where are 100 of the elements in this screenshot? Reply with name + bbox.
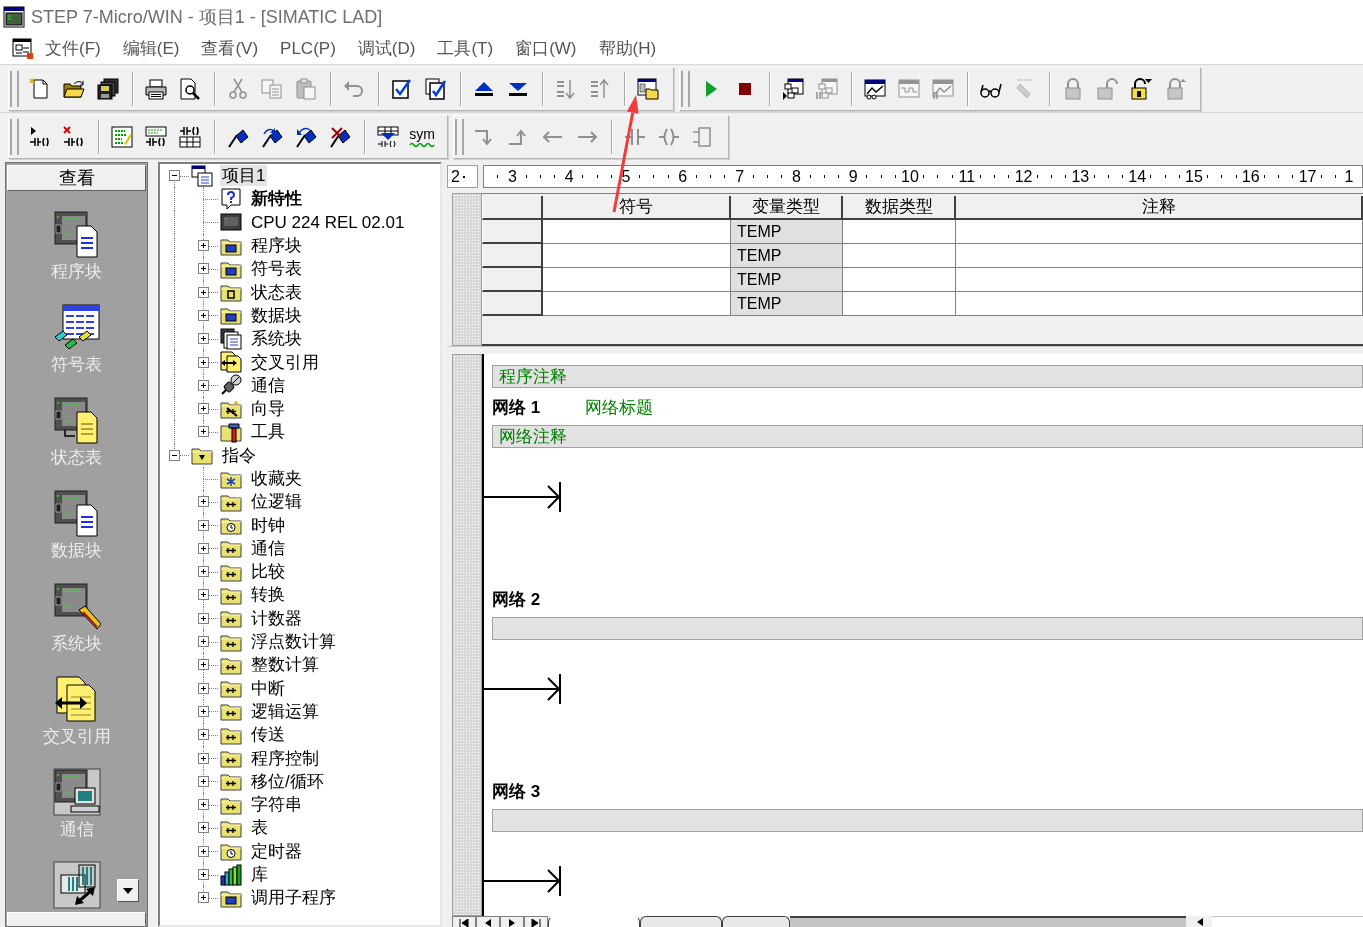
tree-item[interactable]: 位逻辑 (249, 491, 304, 513)
table-cell[interactable] (543, 220, 731, 244)
row-header[interactable] (482, 268, 543, 292)
expand-icon[interactable] (198, 612, 209, 624)
expand-icon[interactable] (198, 845, 209, 857)
expand-icon[interactable] (198, 263, 209, 275)
toolbar-grip[interactable] (10, 119, 19, 155)
table-cell[interactable]: TEMP (731, 292, 843, 316)
expand-icon[interactable] (198, 636, 209, 648)
tree-item[interactable]: 系统块 (249, 328, 304, 350)
expand-icon[interactable] (198, 682, 209, 694)
tab-scroll-button[interactable] (476, 916, 500, 927)
comment-field[interactable] (492, 617, 1363, 640)
tree-item[interactable]: 表 (249, 817, 270, 839)
tree-item[interactable]: 向导 (249, 398, 287, 420)
sheet-tab[interactable] (722, 916, 790, 927)
tree-item[interactable]: 计数器 (249, 607, 304, 629)
tree-item[interactable]: 定时器 (249, 840, 304, 862)
expand-icon[interactable] (198, 379, 209, 391)
table-cell[interactable] (956, 292, 1363, 316)
expand-icon[interactable] (198, 519, 209, 531)
table-cell[interactable] (843, 292, 956, 316)
tree-item[interactable]: 移位/循环 (249, 770, 326, 792)
menu-item[interactable]: 帮助(H) (587, 36, 668, 62)
table-cell[interactable] (543, 244, 731, 268)
collapse-icon[interactable] (169, 449, 180, 461)
expand-icon[interactable] (198, 566, 209, 578)
window-icon[interactable] (12, 38, 34, 60)
tree-item[interactable]: 程序控制 (249, 747, 321, 769)
table-cell[interactable] (843, 268, 956, 292)
expand-icon[interactable] (198, 869, 209, 881)
expand-icon[interactable] (198, 240, 209, 252)
tree-item[interactable]: 中断 (249, 677, 287, 699)
expand-icon[interactable] (198, 729, 209, 741)
row-header[interactable] (482, 292, 543, 316)
tab-scroll-button[interactable] (500, 916, 524, 927)
table-cell[interactable]: TEMP (731, 244, 843, 268)
expand-icon[interactable] (198, 775, 209, 787)
toolbar-button[interactable]: sym (405, 118, 439, 156)
collapse-icon[interactable] (169, 170, 180, 182)
comment-field[interactable] (492, 809, 1363, 832)
table-cell[interactable]: TEMP (731, 220, 843, 244)
table-cell[interactable] (956, 268, 1363, 292)
expand-icon[interactable] (198, 822, 209, 834)
tree-item[interactable]: 工具 (249, 421, 287, 443)
tree-item[interactable]: 指令 (220, 444, 258, 466)
tree-item[interactable]: 数据块 (249, 304, 304, 326)
table-cell[interactable] (843, 220, 956, 244)
menu-item[interactable]: PLC(P) (269, 36, 347, 62)
table-cell[interactable] (956, 220, 1363, 244)
menu-item[interactable]: 文件(F) (34, 36, 112, 62)
toolbar-grip[interactable] (455, 119, 464, 155)
tree-item[interactable]: 传送 (249, 724, 287, 746)
expand-icon[interactable] (198, 309, 209, 321)
row-header[interactable] (482, 244, 543, 268)
expand-icon[interactable] (198, 286, 209, 298)
tree-item[interactable]: 通信 (249, 537, 287, 559)
tree-item[interactable]: 转换 (249, 584, 287, 606)
menu-item[interactable]: 查看(V) (190, 36, 270, 62)
tree-item[interactable]: 字符串 (249, 794, 304, 816)
table-cell[interactable] (543, 292, 731, 316)
expand-icon[interactable] (198, 333, 209, 345)
menu-item[interactable]: 工具(T) (426, 36, 505, 62)
expand-icon[interactable] (198, 403, 209, 415)
tree-item[interactable]: 整数计算 (249, 654, 321, 676)
tree-item[interactable]: 时钟 (249, 514, 287, 536)
nav-section-button[interactable]: 查看 (7, 165, 146, 191)
tree-item[interactable]: 状态表 (249, 281, 304, 303)
tree-item[interactable]: 新特性 (249, 188, 304, 210)
tree-item[interactable]: 项目1 (220, 165, 268, 187)
toolbar-grip[interactable] (10, 71, 19, 107)
menu-item[interactable]: 调试(D) (346, 36, 427, 62)
tree-item[interactable]: 通信 (249, 374, 287, 396)
row-header[interactable] (482, 220, 543, 244)
table-cell[interactable] (843, 244, 956, 268)
expand-icon[interactable] (198, 426, 209, 438)
tree-item[interactable]: 调用子程序 (249, 887, 338, 909)
expand-icon[interactable] (198, 589, 209, 601)
network-title[interactable]: 网络标题 (585, 395, 653, 419)
tree-item[interactable]: 程序块 (249, 235, 304, 257)
table-cell[interactable] (956, 244, 1363, 268)
toolbar-grip[interactable] (681, 71, 690, 107)
table-cell[interactable] (543, 268, 731, 292)
expand-icon[interactable] (198, 892, 209, 904)
tree-item[interactable]: 收藏夹 (249, 468, 304, 489)
horizontal-scrollbar[interactable] (1212, 916, 1363, 927)
expand-icon[interactable] (198, 752, 209, 764)
expand-icon[interactable] (198, 799, 209, 811)
comment-field[interactable]: 网络注释 (492, 425, 1363, 448)
tree-item[interactable]: 库 (249, 864, 270, 886)
menu-item[interactable]: 窗口(W) (504, 36, 588, 62)
tree-item[interactable]: 交叉引用 (249, 351, 321, 373)
expand-icon[interactable] (198, 659, 209, 671)
comment-field[interactable]: 程序注释 (492, 365, 1363, 388)
tab-scroll-button[interactable] (452, 916, 476, 927)
expand-icon[interactable] (198, 705, 209, 717)
tree-item[interactable]: 比较 (249, 561, 287, 583)
menu-item[interactable]: 编辑(E) (111, 36, 191, 62)
scroll-down-button[interactable] (117, 879, 139, 902)
sheet-tab[interactable] (640, 916, 722, 927)
